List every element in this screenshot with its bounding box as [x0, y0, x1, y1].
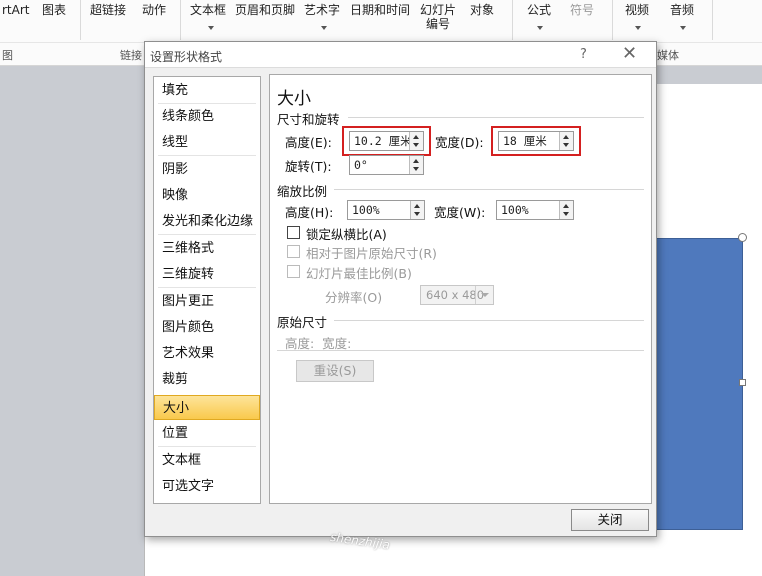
category-list: 填充 线条颜色 线型 阴影 映像 发光和柔化边缘 三维格式 三维旋转 图片更正 … [153, 76, 261, 504]
rotation-value: 0° [354, 158, 368, 172]
smartart-button[interactable]: rtArt [2, 3, 30, 17]
media-group-label: 媒体 [657, 49, 679, 62]
dialog-title: 设置形状格式 [150, 50, 223, 64]
resize-handle[interactable] [738, 233, 747, 242]
original-size-section-title: 原始尺寸 [277, 315, 328, 330]
chevron-down-icon [635, 26, 641, 30]
panel-heading: 大小 [277, 89, 311, 109]
lock-aspect-checkbox[interactable] [287, 226, 300, 239]
chevron-down-icon[interactable] [475, 286, 493, 304]
width-highlight-box [491, 126, 581, 156]
size-panel: 大小 尺寸和旋转 高度(E): 10.2 厘米 宽度(D): 18 厘米 旋转(… [269, 74, 652, 504]
nav-item-shadow[interactable]: 阴影 [154, 157, 260, 182]
relative-original-checkbox[interactable] [287, 245, 300, 258]
nav-item-size[interactable]: 大小 [154, 395, 260, 420]
symbol-button[interactable]: 符号 [570, 3, 594, 17]
dialog-titlebar[interactable]: 设置形状格式 ? ✕ [145, 42, 656, 68]
scale-section-title: 缩放比例 [277, 184, 328, 199]
width-label: 宽度(D): [435, 135, 484, 150]
spinner-arrows-icon[interactable] [410, 201, 424, 219]
nav-item-line-color[interactable]: 线条颜色 [154, 104, 260, 129]
close-button[interactable]: 关闭 [571, 509, 649, 531]
scale-height-value: 100% [352, 203, 380, 217]
scale-width-value: 100% [501, 203, 529, 217]
links-group-label: 链接 [120, 49, 142, 62]
illustrations-group-label: 图 [2, 49, 13, 62]
scale-width-label: 宽度(W): [434, 205, 486, 220]
nav-item-line-style[interactable]: 线型 [154, 130, 260, 155]
rotation-label: 旋转(T): [285, 159, 332, 174]
reset-button[interactable]: 重设(S) [296, 360, 374, 382]
formula-button[interactable]: 公式 [527, 3, 551, 17]
nav-item-text-box[interactable]: 文本框 [154, 448, 260, 473]
nav-item-3d-rotation[interactable]: 三维旋转 [154, 262, 260, 287]
help-icon[interactable]: ? [580, 47, 587, 62]
rotation-spinner[interactable]: 0° [349, 155, 424, 175]
nav-item-position[interactable]: 位置 [154, 421, 260, 446]
video-button[interactable]: 视频 [625, 3, 649, 17]
resolution-select[interactable]: 640 x 480 [420, 285, 494, 305]
hyperlink-button[interactable]: 超链接 [90, 3, 126, 17]
chevron-down-icon [208, 26, 214, 30]
close-icon[interactable]: ✕ [622, 44, 637, 64]
header-footer-button[interactable]: 页眉和页脚 [235, 3, 295, 17]
resize-handle[interactable] [739, 379, 746, 386]
action-button[interactable]: 动作 [142, 3, 166, 17]
nav-item-artistic-effects[interactable]: 艺术效果 [154, 341, 260, 366]
chart-button[interactable]: 图表 [42, 3, 66, 17]
nav-item-glow-soft-edges[interactable]: 发光和柔化边缘 [154, 209, 260, 234]
spinner-arrows-icon[interactable] [409, 156, 423, 174]
datetime-button[interactable]: 日期和时间 [350, 3, 410, 17]
slide-number-button[interactable]: 幻灯片 编号 [420, 3, 456, 31]
size-rotate-section-title: 尺寸和旋转 [277, 112, 340, 127]
format-shape-dialog: 设置形状格式 ? ✕ 填充 线条颜色 线型 阴影 映像 发光和柔化边缘 三维格式… [144, 41, 657, 537]
chevron-down-icon [321, 26, 327, 30]
resolution-label: 分辨率(O) [325, 290, 383, 305]
best-scale-checkbox[interactable] [287, 265, 300, 278]
nav-item-crop[interactable]: 裁剪 [154, 367, 260, 392]
spinner-arrows-icon[interactable] [559, 201, 573, 219]
textbox-button[interactable]: 文本框 [190, 3, 226, 17]
relative-original-label: 相对于图片原始尺寸(R) [306, 246, 437, 261]
chevron-down-icon [537, 26, 543, 30]
chevron-down-icon [680, 26, 686, 30]
nav-item-picture-color[interactable]: 图片颜色 [154, 315, 260, 340]
scale-height-spinner[interactable]: 100% [347, 200, 425, 220]
lock-aspect-label[interactable]: 锁定纵横比(A) [306, 224, 387, 243]
best-scale-label: 幻灯片最佳比例(B) [306, 266, 412, 281]
nav-item-alt-text[interactable]: 可选文字 [154, 474, 260, 499]
object-button[interactable]: 对象 [470, 3, 494, 17]
height-highlight-box [342, 126, 431, 156]
scale-width-spinner[interactable]: 100% [496, 200, 574, 220]
nav-item-picture-corrections[interactable]: 图片更正 [154, 289, 260, 314]
wordart-button[interactable]: 艺术字 [304, 3, 340, 17]
nav-item-3d-format[interactable]: 三维格式 [154, 236, 260, 261]
nav-item-fill[interactable]: 填充 [154, 78, 260, 103]
nav-item-reflection[interactable]: 映像 [154, 183, 260, 208]
height-label: 高度(E): [285, 135, 332, 150]
audio-button[interactable]: 音频 [670, 3, 694, 17]
scale-height-label: 高度(H): [285, 205, 334, 220]
